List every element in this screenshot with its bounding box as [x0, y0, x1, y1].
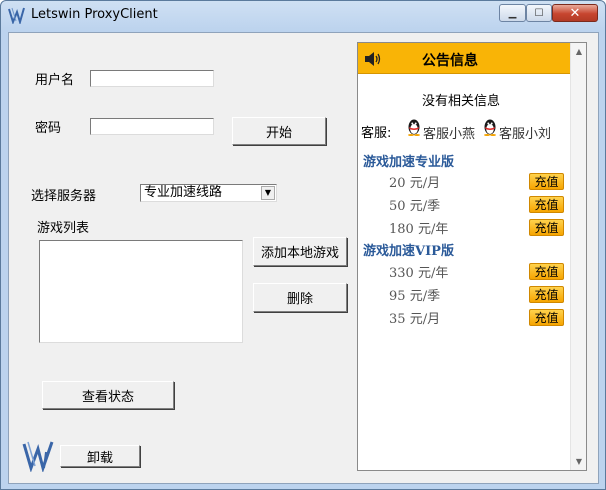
- username-label: 用户名: [35, 73, 75, 88]
- uninstall-button[interactable]: 卸载: [60, 445, 140, 467]
- close-icon: ✕: [569, 5, 581, 21]
- recharge-button[interactable]: 充值: [529, 219, 564, 236]
- game-list-label: 游戏列表: [37, 221, 90, 236]
- plan-title: 游戏加速专业版: [363, 155, 455, 170]
- app-window: Letswin ProxyClient ▁ ☐ ✕ 用户名 密码 开始 选择服务…: [0, 0, 606, 490]
- delete-button[interactable]: 删除: [253, 283, 347, 312]
- minimize-icon: ▁: [508, 7, 517, 19]
- chevron-down-icon[interactable]: ▼: [261, 186, 275, 200]
- price-item: 20 元/月: [389, 176, 441, 191]
- recharge-button[interactable]: 充值: [529, 309, 564, 326]
- price-item: 35 元/月: [389, 312, 441, 327]
- start-button[interactable]: 开始: [232, 117, 326, 145]
- password-input[interactable]: [90, 118, 214, 135]
- qq-penguin-icon[interactable]: [482, 118, 498, 136]
- server-label: 选择服务器: [31, 189, 97, 204]
- notice-scrollbar[interactable]: ▲ ▼: [570, 43, 586, 470]
- maximize-button[interactable]: ☐: [526, 4, 552, 22]
- maximize-icon: ☐: [534, 7, 544, 19]
- game-list[interactable]: [39, 240, 243, 343]
- close-button[interactable]: ✕: [552, 4, 598, 22]
- letswin-logo-icon: [22, 441, 54, 472]
- qq-penguin-icon[interactable]: [406, 118, 422, 136]
- server-select[interactable]: 专业加速线路 ▼: [140, 184, 277, 202]
- customer-service-label: 客服:: [361, 126, 392, 141]
- no-info-message: 没有相关信息: [422, 94, 501, 109]
- app-logo-icon: [8, 7, 25, 24]
- notice-panel: 公告信息 ▲ ▼ 没有相关信息 客服: 客服小燕 客服小刘 游戏加速专业版 20…: [357, 42, 587, 471]
- window-title: Letswin ProxyClient: [31, 7, 158, 22]
- server-select-value: 专业加速线路: [144, 185, 223, 200]
- agent-link[interactable]: 客服小燕: [423, 123, 475, 142]
- price-item: 180 元/年: [389, 222, 449, 237]
- minimize-button[interactable]: ▁: [499, 4, 526, 22]
- client-area: 用户名 密码 开始 选择服务器 专业加速线路 ▼ 游戏列表 添加本地游戏 删除 …: [8, 32, 599, 484]
- add-local-game-button[interactable]: 添加本地游戏: [253, 237, 347, 266]
- notice-header: 公告信息: [358, 43, 570, 74]
- scroll-up-icon[interactable]: ▲: [571, 47, 587, 56]
- title-bar[interactable]: Letswin ProxyClient ▁ ☐ ✕: [1, 1, 605, 29]
- price-item: 95 元/季: [389, 289, 441, 304]
- password-label: 密码: [35, 121, 62, 136]
- recharge-button[interactable]: 充值: [529, 286, 564, 303]
- recharge-button[interactable]: 充值: [529, 173, 564, 190]
- username-input[interactable]: [90, 70, 214, 87]
- plan-title: 游戏加速VIP版: [363, 244, 454, 259]
- agent-link[interactable]: 客服小刘: [499, 123, 551, 142]
- notice-title: 公告信息: [422, 53, 478, 69]
- scroll-down-icon[interactable]: ▼: [571, 457, 587, 466]
- view-status-button[interactable]: 查看状态: [42, 381, 174, 409]
- recharge-button[interactable]: 充值: [529, 196, 564, 213]
- recharge-button[interactable]: 充值: [529, 263, 564, 280]
- price-item: 330 元/年: [389, 266, 449, 281]
- speaker-icon: [365, 52, 381, 66]
- price-item: 50 元/季: [389, 199, 441, 214]
